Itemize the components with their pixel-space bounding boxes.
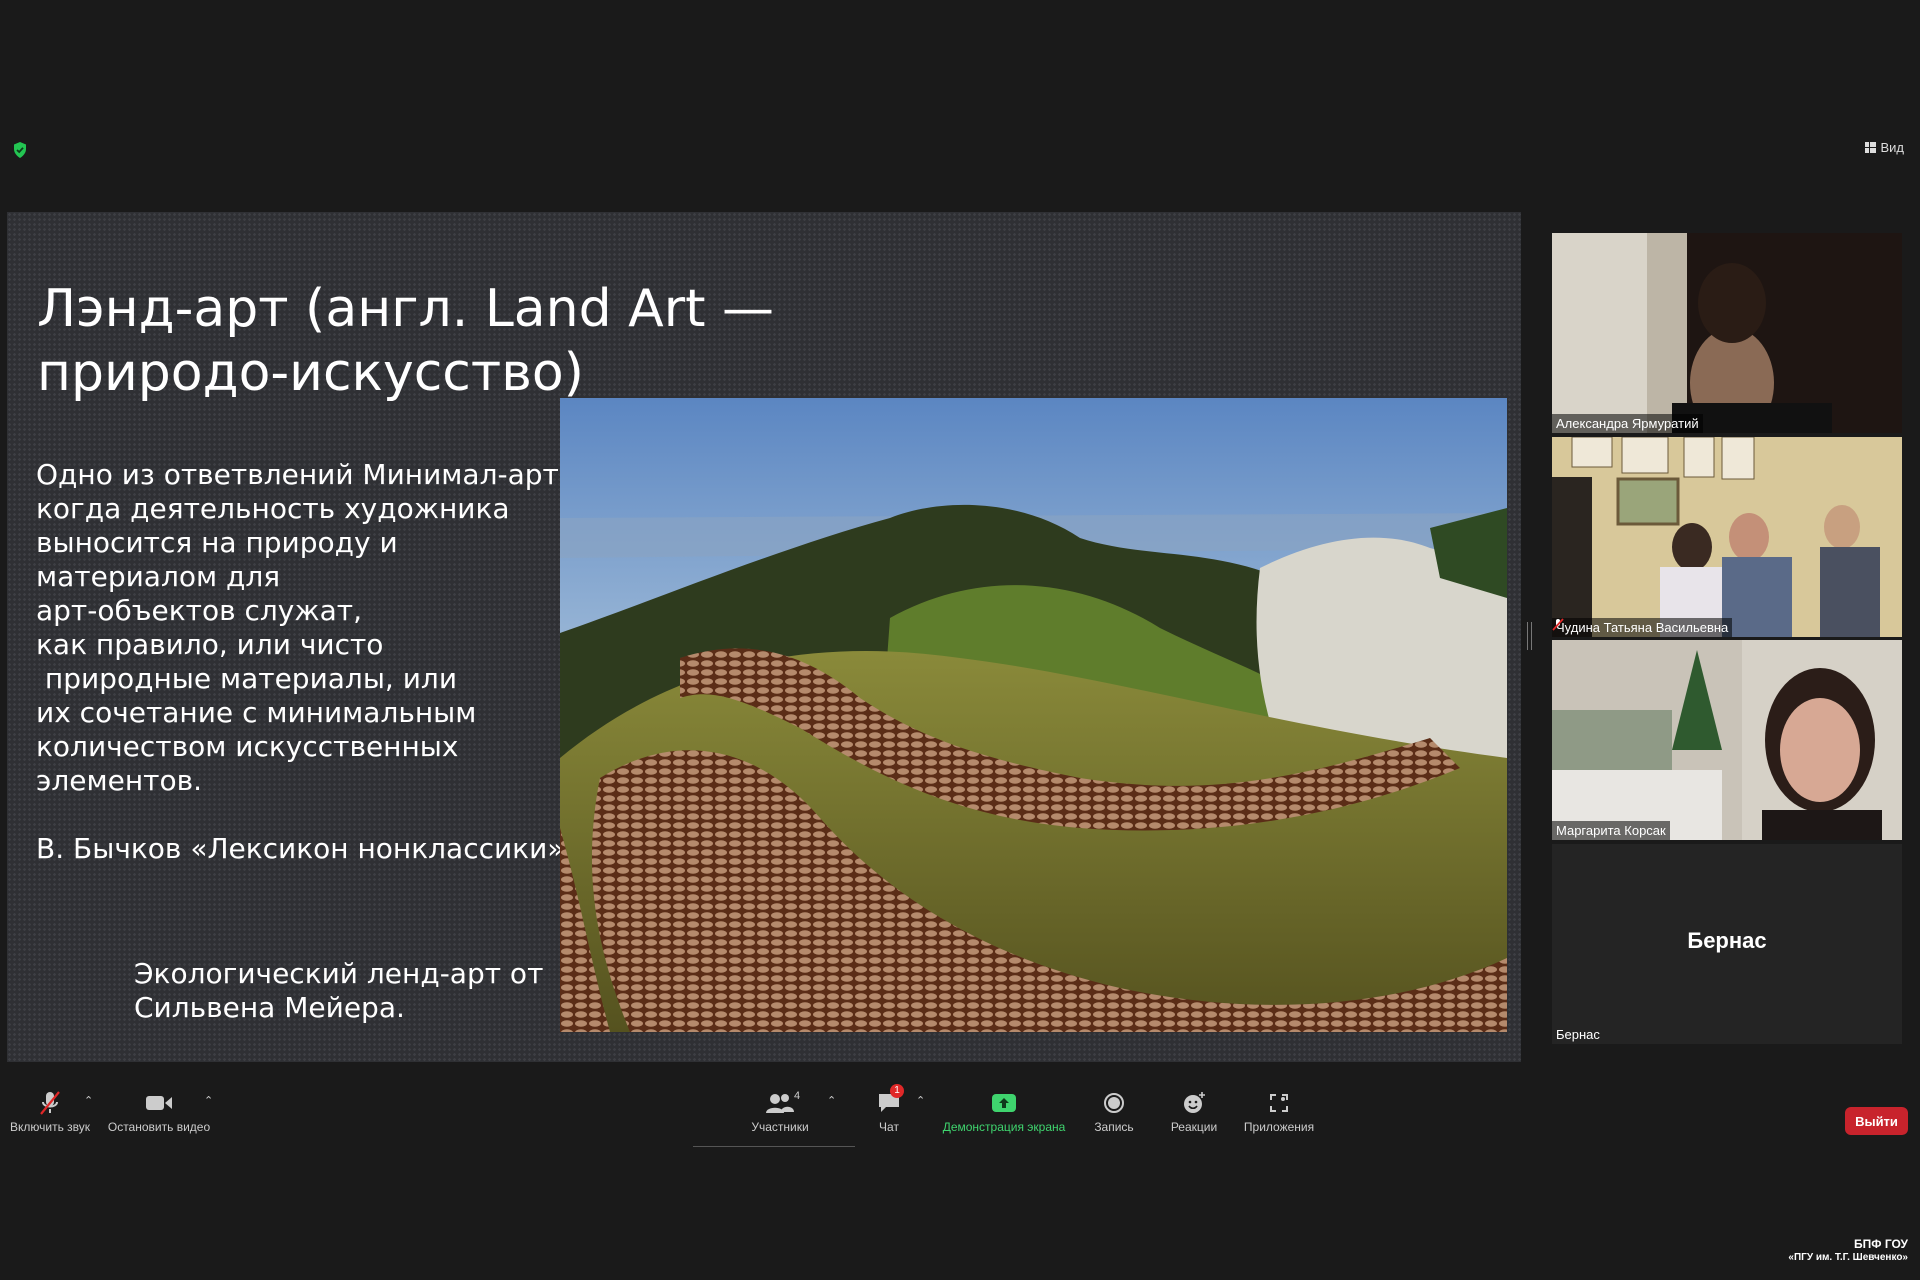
apps-button[interactable]: Приложения	[1238, 1090, 1320, 1134]
institution-watermark: БПФ ГОУ «ПГУ им. Т.Г. Шевченко»	[1788, 1238, 1908, 1264]
unmute-label: Включить звук	[9, 1120, 91, 1134]
reactions-label: Реакции	[1170, 1120, 1218, 1134]
watermark-line: БПФ ГОУ	[1854, 1237, 1908, 1251]
slide-body-line: элементов.	[36, 764, 202, 797]
chat-label: Чат	[879, 1120, 899, 1134]
meeting-toolbar: Включить звук ⌃ Остановить видео ⌃ 4 Уча…	[0, 1084, 1920, 1150]
chat-unread-badge: 1	[890, 1084, 904, 1098]
record-icon	[1104, 1093, 1124, 1113]
video-options-caret-icon[interactable]: ⌃	[204, 1094, 213, 1107]
participant-name: Маргарита Корсак	[1552, 821, 1670, 840]
apps-label: Приложения	[1243, 1120, 1315, 1134]
participant-video	[1552, 233, 1902, 433]
slide-body-line: материалом для	[36, 560, 281, 593]
audio-options-caret-icon[interactable]: ⌃	[84, 1094, 93, 1107]
shared-screen-slide: Лэнд-арт (англ. Land Art — природо-искус…	[7, 212, 1521, 1062]
chat-options-caret-icon[interactable]: ⌃	[916, 1094, 925, 1107]
slide-body-line: выносится на природу и	[36, 526, 398, 559]
participants-count: 4	[794, 1090, 801, 1102]
video-camera-icon	[146, 1096, 172, 1110]
slide-title-line: природо-искусство)	[37, 343, 584, 403]
participants-active-underline	[693, 1146, 855, 1147]
reactions-button[interactable]: Реакции	[1166, 1090, 1222, 1134]
participant-tile[interactable]: Чудина Татьяна Васильевна	[1552, 437, 1902, 637]
participants-label: Участники	[751, 1120, 809, 1134]
participant-tile-active-speaker[interactable]: Маргарита Корсак	[1552, 640, 1902, 840]
participants-icon	[766, 1094, 794, 1113]
participant-name: Александра Ярмуратий	[1552, 414, 1703, 433]
slide-body-text: Одно из ответвлений Минимал-арт, когда д…	[36, 458, 576, 798]
unmute-button[interactable]: Включить звук	[8, 1090, 92, 1134]
slide-body-line: арт-объектов служат,	[36, 594, 362, 627]
slide-body-line: природные материалы, или	[36, 662, 458, 695]
slide-citation: В. Бычков «Лексикон нонклассики»	[36, 832, 565, 865]
participant-name: Чудина Татьяна Васильевна	[1552, 618, 1733, 637]
slide-caption-line: Сильвена Мейера.	[134, 991, 405, 1024]
slide-caption-line: Экологический ленд-арт от	[134, 957, 544, 990]
apps-icon	[1270, 1094, 1288, 1112]
record-label: Запись	[1094, 1120, 1134, 1134]
participant-name: Бернас	[1556, 1027, 1600, 1042]
panel-splitter-handle[interactable]	[1527, 622, 1532, 650]
share-screen-button[interactable]: Демонстрация экрана	[940, 1090, 1068, 1134]
slide-body-line: когда деятельность художника	[36, 492, 510, 525]
slide-body-line: количеством искусственных	[36, 730, 459, 763]
slide-body-line: как правило, или чисто	[36, 628, 384, 661]
stop-video-label: Остановить видео	[107, 1120, 211, 1134]
view-button[interactable]: Вид	[1865, 140, 1904, 155]
record-button[interactable]: Запись	[1088, 1090, 1140, 1134]
slide-title-line: Лэнд-арт (англ. Land Art —	[37, 279, 775, 339]
participant-video	[1552, 640, 1902, 840]
slide-caption: Экологический ленд-арт от Сильвена Мейер…	[134, 957, 543, 1025]
participants-options-caret-icon[interactable]: ⌃	[827, 1094, 836, 1107]
security-shield-icon[interactable]	[12, 141, 28, 159]
chat-button[interactable]: 1 Чат	[872, 1084, 906, 1134]
view-grid-icon	[1865, 142, 1877, 153]
land-art-photo	[560, 398, 1507, 1032]
leave-meeting-button[interactable]: Выйти	[1845, 1107, 1908, 1135]
share-screen-label: Демонстрация экрана	[942, 1120, 1066, 1134]
stop-video-button[interactable]: Остановить видео	[106, 1090, 212, 1134]
slide-body-line: Одно из ответвлений Минимал-арт,	[36, 458, 568, 491]
participant-display-name: Бернас	[1687, 928, 1767, 953]
participant-tile[interactable]: Александра Ярмуратий	[1552, 233, 1902, 433]
watermark-line: «ПГУ им. Т.Г. Шевченко»	[1788, 1252, 1908, 1263]
share-screen-icon	[992, 1094, 1016, 1112]
smiley-reaction-icon	[1184, 1092, 1205, 1113]
view-button-label: Вид	[1880, 140, 1904, 155]
slide-body-line: их сочетание с минимальным	[36, 696, 477, 729]
slide-title: Лэнд-арт (англ. Land Art — природо-искус…	[37, 277, 837, 405]
participants-button[interactable]: 4 Участники	[740, 1090, 820, 1134]
microphone-muted-icon	[1552, 618, 1564, 631]
microphone-muted-icon	[40, 1091, 60, 1115]
participant-video	[1552, 437, 1902, 637]
participant-tile-no-video[interactable]: Бернас Бернас	[1552, 844, 1902, 1044]
